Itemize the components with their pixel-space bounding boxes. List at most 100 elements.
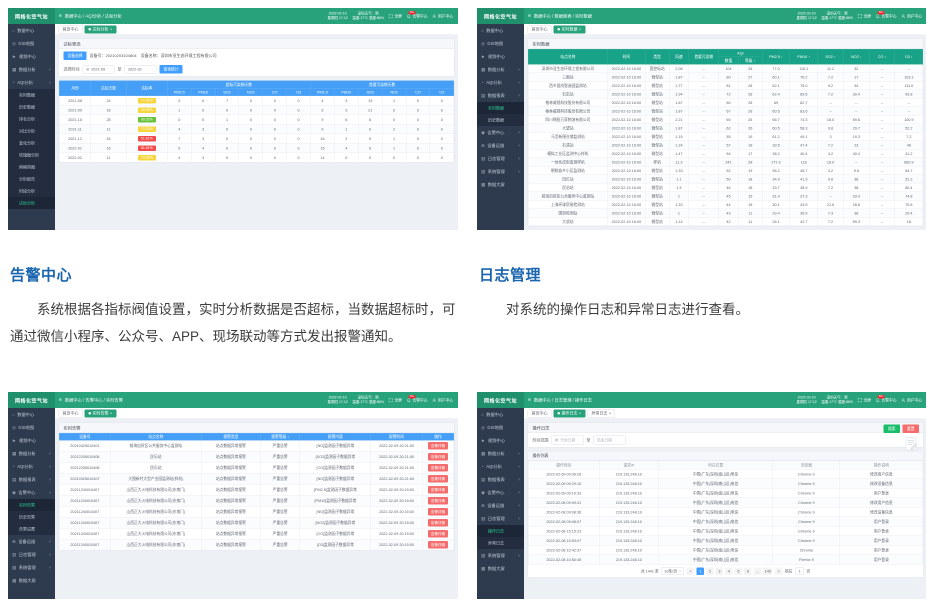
sidebar-item[interactable]: ▥日志管理∨ — [477, 512, 524, 525]
alarm-detail-button[interactable]: 告警详情 — [428, 508, 448, 516]
fullscreen-button[interactable]: 全屏 — [858, 13, 872, 19]
sidebar-item[interactable]: ⌂数据中心 — [8, 408, 55, 421]
sidebar-item[interactable]: ▦数据分析∨ — [477, 447, 524, 460]
search-button[interactable]: 搜索 — [884, 425, 901, 434]
close-icon[interactable]: × — [579, 27, 581, 32]
sidebar-item[interactable]: ▤数据报表∨ — [477, 473, 524, 486]
user-center-button[interactable]: 用户中心 — [901, 397, 922, 403]
sidebar-item[interactable]: ▥日志管理∨ — [8, 548, 55, 561]
alarm-detail-button[interactable]: 告警详情 — [428, 464, 448, 472]
sidebar-item[interactable]: ◉告警中心∨ — [8, 486, 55, 499]
date-from-input[interactable]: ▦开始日期 — [552, 436, 584, 445]
sidebar-subitem[interactable]: 异常日志 — [477, 537, 524, 549]
alarm-detail-button[interactable]: 告警详情 — [428, 475, 448, 483]
next-page-button[interactable]: > — [775, 567, 783, 575]
sidebar-item[interactable]: ◎GIS地图 — [8, 37, 55, 50]
alarm-detail-button[interactable]: 告警详情 — [428, 519, 448, 527]
sidebar-item[interactable]: ⌂数据中心 — [477, 24, 524, 37]
sidebar-item[interactable]: ◉告警中心∨ — [477, 486, 524, 499]
tab[interactable]: 首页中心 — [528, 25, 552, 33]
sidebar-item[interactable]: ►视频中心 — [8, 434, 55, 447]
sidebar-subitem[interactable]: 玫瑰图分析 — [8, 149, 55, 161]
fullscreen-button[interactable]: 全屏 — [389, 13, 403, 19]
sidebar-item[interactable]: ▧系统管理∨ — [8, 561, 55, 574]
alarm-detail-button[interactable]: 告警详情 — [428, 486, 448, 494]
user-center-button[interactable]: 用户中心 — [432, 397, 453, 403]
sidebar-item[interactable]: ▩数据大屏 — [8, 574, 55, 587]
tab[interactable]: 操作日志× — [554, 409, 586, 417]
sidebar-item[interactable]: ▥日志管理∨ — [477, 152, 524, 165]
sidebar-subitem[interactable]: 实时告警 — [8, 499, 55, 511]
sidebar-subitem[interactable]: 实时数据 — [8, 89, 55, 101]
sidebar-subitem[interactable]: 网格热图 — [8, 161, 55, 173]
fullscreen-button[interactable]: 全屏 — [858, 397, 872, 403]
device-select-button[interactable]: 设备选择 — [64, 52, 87, 61]
alarm-detail-button[interactable]: 告警详情 — [428, 453, 448, 461]
sidebar-item[interactable]: ⊕设备运维∨ — [477, 139, 524, 152]
sidebar-item[interactable]: ▩数据大屏 — [477, 562, 524, 575]
page-number-button[interactable]: ... — [754, 567, 762, 575]
tab[interactable]: 实时数据× — [554, 25, 586, 33]
sidebar-item[interactable]: ◎GIS地图 — [477, 37, 524, 50]
sidebar-subitem[interactable]: 达标分析 — [8, 197, 55, 209]
date-from-input[interactable]: ▦2021-09 — [83, 65, 115, 73]
close-icon[interactable]: × — [579, 411, 581, 416]
collapse-menu-icon[interactable]: ≡ — [528, 397, 531, 403]
sidebar-item[interactable]: ⊕设备运维∨ — [477, 499, 524, 512]
goto-page-input[interactable]: 1 — [795, 567, 804, 575]
tab[interactable]: 首页中心 — [528, 409, 552, 417]
sidebar-item[interactable]: ▧系统管理∨ — [477, 549, 524, 562]
sidebar-subitem[interactable]: 告警设置 — [8, 523, 55, 535]
collapse-menu-icon[interactable]: ≡ — [59, 397, 62, 403]
sidebar-subitem[interactable]: 历史数据 — [8, 101, 55, 113]
alarm-detail-button[interactable]: 告警详情 — [428, 530, 448, 538]
user-center-button[interactable]: 用户中心 — [432, 13, 453, 19]
sidebar-item[interactable]: ▧系统管理∨ — [477, 165, 524, 178]
alarm-detail-button[interactable]: 告警详情 — [428, 442, 448, 450]
close-icon[interactable]: × — [609, 411, 611, 416]
sidebar-item[interactable]: ▦数据分析∨ — [8, 63, 55, 76]
sidebar-item[interactable]: ▦数据分析∨ — [8, 447, 55, 460]
sidebar-subitem[interactable]: 排名分析 — [8, 113, 55, 125]
close-icon[interactable]: × — [110, 27, 112, 32]
fullscreen-button[interactable]: 全屏 — [389, 397, 403, 403]
collapse-menu-icon[interactable]: ≡ — [59, 13, 62, 19]
page-number-button[interactable]: 145 — [763, 567, 772, 575]
alarm-detail-button[interactable]: 告警详情 — [428, 541, 448, 549]
page-number-button[interactable]: 2 — [706, 567, 714, 575]
alarm-center-button[interactable]: 99+告警中心 — [407, 397, 428, 403]
tab[interactable]: 异常日志× — [587, 409, 615, 417]
prev-page-button[interactable]: < — [687, 567, 695, 575]
sidebar-item[interactable]: ►视频中心 — [477, 50, 524, 63]
page-size-select[interactable]: 10条/页∨ — [661, 567, 684, 575]
page-number-button[interactable]: 4 — [725, 567, 733, 575]
page-number-button[interactable]: 1 — [697, 567, 705, 575]
alarm-center-button[interactable]: 99+告警中心 — [876, 397, 897, 403]
sidebar-item[interactable]: ◔AQI分析∨ — [8, 460, 55, 473]
sidebar-item[interactable]: ⌂数据中心 — [477, 408, 524, 421]
page-number-button[interactable]: 3 — [716, 567, 724, 575]
sidebar-subitem[interactable]: 变化分析 — [8, 137, 55, 149]
sidebar-item[interactable]: ◎GIS地图 — [8, 421, 55, 434]
sidebar-subitem[interactable]: 分析报告 — [8, 173, 55, 185]
alarm-center-button[interactable]: 99+告警中心 — [876, 13, 897, 19]
sidebar-item[interactable]: ◔AQI分析∨ — [8, 76, 55, 89]
sidebar-item[interactable]: ▤数据报表∨ — [477, 89, 524, 102]
sidebar-item[interactable]: ►视频中心 — [477, 434, 524, 447]
sidebar-subitem[interactable]: 历史数据 — [477, 114, 524, 126]
collapse-menu-icon[interactable]: ≡ — [528, 13, 531, 19]
sidebar-subitem[interactable]: 历史告警 — [8, 511, 55, 523]
close-icon[interactable]: × — [110, 411, 112, 416]
sidebar-item[interactable]: ◎GIS地图 — [477, 421, 524, 434]
sidebar-item[interactable]: ▩数据大屏 — [477, 178, 524, 191]
sidebar-item[interactable]: ►视频中心 — [8, 50, 55, 63]
sidebar-item[interactable]: ⊕设备运维∨ — [8, 535, 55, 548]
tab[interactable]: 实时告警× — [85, 409, 117, 417]
page-number-button[interactable]: 6 — [744, 567, 752, 575]
reset-button[interactable]: 重置 — [903, 425, 920, 434]
sidebar-subitem[interactable]: 时段分析 — [8, 185, 55, 197]
tab[interactable]: 首页中心 — [59, 409, 83, 417]
alarm-detail-button[interactable]: 告警详情 — [428, 497, 448, 505]
date-to-input[interactable]: 2022-02 — [125, 65, 157, 73]
sidebar-item[interactable]: ⌂数据中心 — [8, 24, 55, 37]
